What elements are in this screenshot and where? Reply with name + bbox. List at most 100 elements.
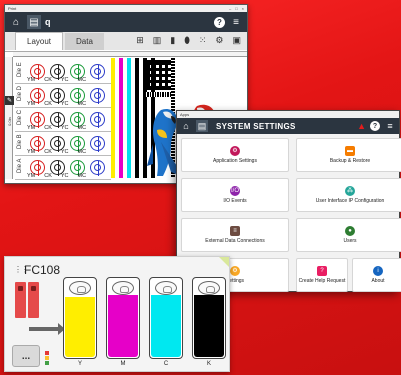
- io-icon: I/O: [230, 185, 240, 196]
- create-help-request-button[interactable]: ? Create Help Request: [296, 258, 348, 292]
- registration-target: [90, 160, 105, 176]
- help-icon[interactable]: ?: [370, 121, 380, 131]
- die-label: Die C: [17, 109, 23, 125]
- code-mc: MC: [77, 77, 87, 83]
- ruler-horizontal: [13, 52, 247, 57]
- code-yc: YC: [60, 173, 69, 179]
- add-page-icon[interactable]: ⊞: [136, 35, 144, 46]
- about-button[interactable]: i About: [352, 258, 401, 292]
- corner-tag: [219, 257, 229, 267]
- die-row: Die A YM CK YC MC: [15, 156, 111, 180]
- ink-label: K: [206, 361, 211, 367]
- file-name: q: [45, 17, 51, 27]
- ui-ip-config-button[interactable]: ⁂ User Interface IP Configuration: [296, 178, 401, 212]
- ink-level: [65, 297, 95, 357]
- code-ym: YM: [27, 125, 36, 131]
- tile-label: External Data Connections: [205, 237, 265, 244]
- ink-tank-magenta[interactable]: [106, 277, 140, 359]
- die-label: Die E: [17, 61, 23, 77]
- document-icon[interactable]: ▤: [27, 15, 41, 29]
- ink-label: C: [163, 361, 169, 367]
- info-icon: i: [373, 265, 383, 276]
- gear-icon: ⚙: [230, 145, 240, 156]
- code-labels: YM CK YC MC: [27, 77, 86, 83]
- code-ym: YM: [27, 77, 36, 83]
- grid-icon[interactable]: ⁙: [199, 35, 207, 46]
- home-icon[interactable]: ⌂: [9, 15, 23, 29]
- code-ck: CK: [44, 101, 52, 107]
- ink-cap-icon: [112, 281, 134, 295]
- document-icon[interactable]: ▤: [196, 120, 208, 132]
- tile-label: I/O Events: [223, 197, 247, 204]
- die-row: Die C YM CK YC MC: [15, 108, 111, 132]
- ink-cap-icon: [69, 281, 91, 295]
- users-icon: ●: [345, 225, 355, 236]
- ink-tank-black[interactable]: [192, 277, 226, 359]
- code-ym: YM: [27, 101, 36, 107]
- ink-tank-cyan[interactable]: [149, 277, 183, 359]
- code-mc: MC: [77, 149, 87, 155]
- ink-tank-yellow[interactable]: [63, 277, 97, 359]
- tile-label: Backup & Restore: [329, 157, 371, 164]
- code-ck: CK: [44, 125, 52, 131]
- gear-icon[interactable]: ⚙: [215, 35, 223, 46]
- close-icon[interactable]: ×: [242, 6, 244, 11]
- tab-data[interactable]: Data: [65, 33, 104, 50]
- layout-toolbar: ⌂ ▤ q ? ≡: [5, 12, 247, 32]
- external-data-button[interactable]: ≡ External Data Connections: [181, 218, 289, 252]
- die-label: Die B: [17, 133, 23, 149]
- menu-icon[interactable]: ≡: [384, 120, 396, 132]
- code-ck: CK: [44, 149, 52, 155]
- die-grid: Die E YM CK YC MC Die D YM CK YC MC Die …: [15, 60, 111, 180]
- window-title: Print: [8, 6, 17, 11]
- help-icon[interactable]: ?: [214, 16, 225, 28]
- users-button[interactable]: ● Users: [296, 218, 401, 252]
- code-labels: YM CK YC MC: [27, 101, 86, 107]
- die-row: Die B YM CK YC MC: [15, 132, 111, 156]
- io-events-button[interactable]: I/O I/O Events: [181, 178, 289, 212]
- network-icon: ⁂: [345, 185, 355, 196]
- help-request-icon: ?: [317, 265, 327, 276]
- maximize-icon[interactable]: □: [235, 6, 237, 11]
- drag-handle-icon[interactable]: ⋮⋮: [14, 266, 29, 274]
- minimize-icon[interactable]: –: [229, 6, 231, 11]
- tile-label: Application Settings: [213, 157, 257, 164]
- ruler-vertical: 0.0in: [5, 57, 13, 179]
- registration-target: [90, 88, 105, 104]
- layout-window-titlebar: Print – □ ×: [5, 5, 247, 12]
- code-ym: YM: [27, 149, 36, 155]
- tile-label: Create Help Request: [298, 277, 346, 284]
- ink-level: [151, 295, 181, 357]
- home-icon[interactable]: ⌂: [180, 120, 192, 132]
- application-settings-button[interactable]: ⚙ Application Settings: [181, 138, 289, 172]
- code-mc: MC: [77, 125, 87, 131]
- menu-icon[interactable]: ≡: [229, 15, 243, 29]
- die-row: Die E YM CK YC MC: [15, 60, 111, 84]
- code-labels: YM CK YC MC: [27, 173, 86, 179]
- ink-level: [108, 295, 138, 357]
- save-icon[interactable]: ▣: [232, 35, 241, 46]
- printhead-cartridges: [15, 282, 39, 318]
- code-mc: MC: [77, 101, 87, 107]
- ink-status-panel: ⋮⋮ FC108 ... Y M C K: [4, 256, 230, 372]
- die-label: Die A: [17, 158, 23, 173]
- warning-icon[interactable]: ▲: [357, 121, 366, 131]
- tile-label: User Interface IP Configuration: [315, 197, 385, 204]
- signal-level-icon: [45, 351, 49, 365]
- tab-bar: Layout Data ⊞ ▥ ▮ ⬮ ⁙ ⚙ ▣: [5, 32, 247, 50]
- bottle-icon[interactable]: ⬮: [184, 35, 190, 46]
- ink-label: Y: [77, 361, 82, 367]
- registration-target: [90, 136, 105, 152]
- stamp-icon[interactable]: ▮: [170, 35, 175, 46]
- ink-label: M: [120, 361, 126, 367]
- backup-restore-button[interactable]: ▬ Backup & Restore: [296, 138, 401, 172]
- tab-layout[interactable]: Layout: [15, 32, 64, 50]
- pencil-icon[interactable]: ✎: [5, 96, 14, 105]
- ink-cap-icon: [198, 281, 220, 295]
- layout-tools: ⊞ ▥ ▮ ⬮ ⁙ ⚙ ▣: [136, 35, 241, 46]
- page-icon[interactable]: ▥: [153, 35, 162, 46]
- code-ck: CK: [44, 173, 52, 179]
- settings-header-bar: ⌂ ▤ SYSTEM SETTINGS ▲ ? ≡: [177, 118, 399, 134]
- more-button[interactable]: ...: [12, 345, 40, 367]
- code-yc: YC: [60, 101, 69, 107]
